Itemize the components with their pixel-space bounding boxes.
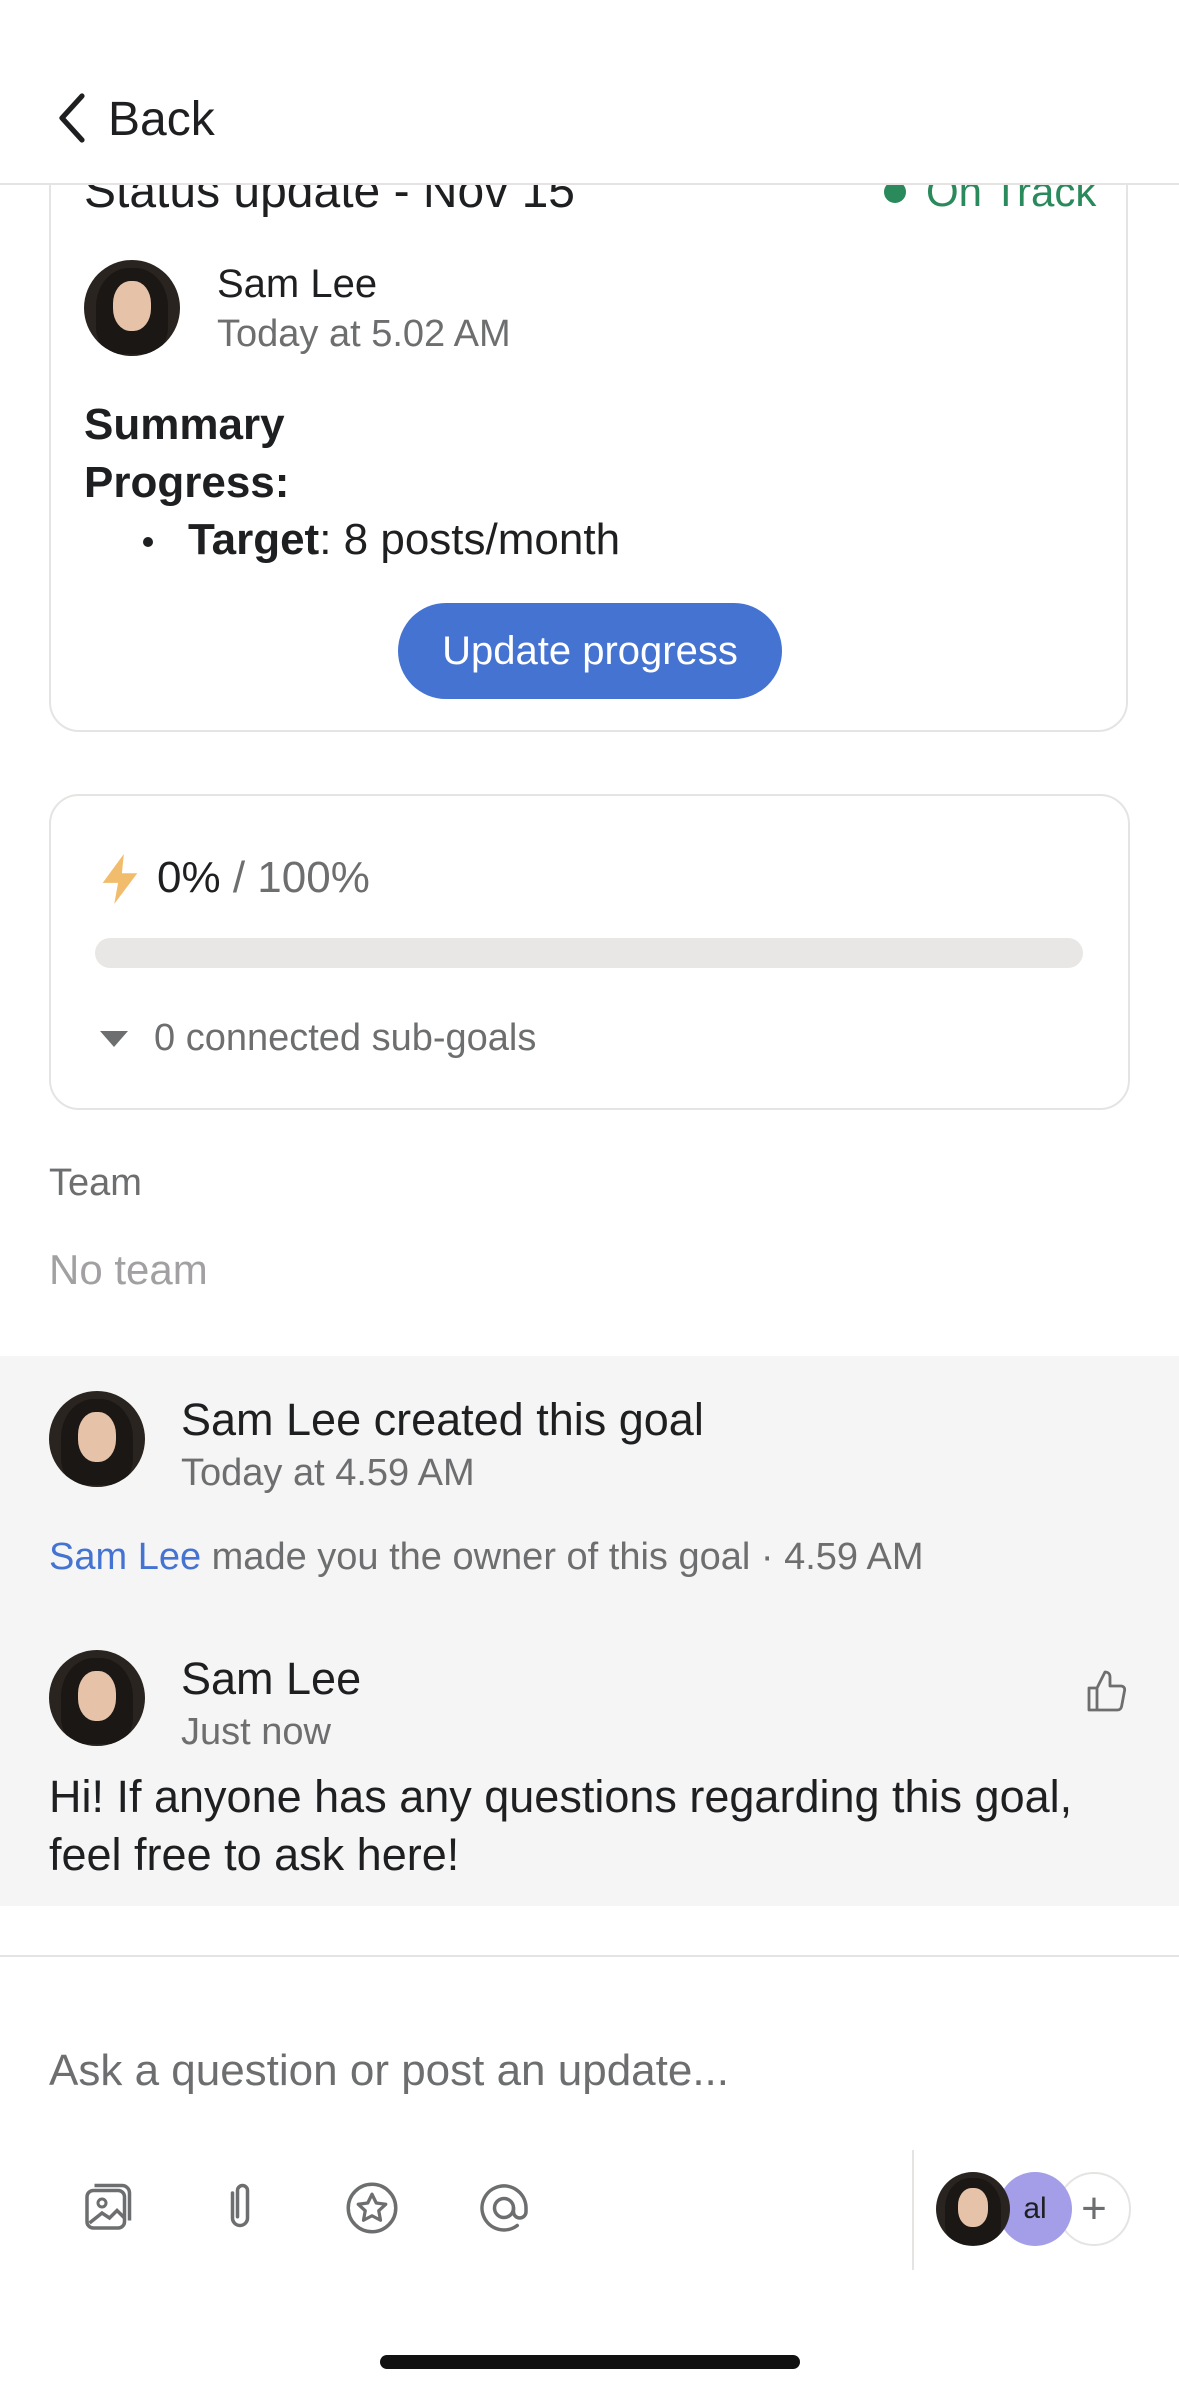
thumbs-up-icon[interactable] — [1083, 1668, 1131, 1716]
target-line: Target: 8 posts/month — [188, 515, 620, 565]
team-label: Team — [49, 1162, 142, 1204]
back-button[interactable]: Back — [108, 92, 215, 147]
star-icon[interactable] — [342, 2178, 402, 2238]
status-author-name: Sam Lee — [217, 262, 378, 306]
avatar[interactable] — [49, 1391, 145, 1487]
progress-heading: Progress: — [84, 458, 290, 507]
image-upload-icon[interactable] — [77, 2178, 137, 2238]
composer-divider — [0, 1955, 1179, 1957]
composer-input[interactable]: Ask a question or post an update... — [49, 2046, 729, 2096]
status-timestamp: Today at 5.02 AM — [217, 313, 511, 355]
lightning-bolt-icon — [102, 854, 138, 904]
summary-heading: Summary — [84, 400, 285, 449]
progress-value: 0% / 100% — [157, 853, 370, 903]
subgoals-toggle[interactable]: 0 connected sub-goals — [100, 1017, 536, 1060]
story-text: made you the owner of this goal · 4.59 A… — [201, 1536, 924, 1578]
update-progress-button[interactable]: Update progress — [398, 603, 782, 699]
comment-timestamp: Just now — [181, 1711, 331, 1753]
target-label: Target — [188, 515, 320, 564]
home-indicator — [380, 2355, 800, 2369]
team-value[interactable]: No team — [49, 1246, 208, 1294]
comment-body: Hi! If anyone has any questions regardin… — [49, 1771, 1073, 1880]
progress-separator: / — [220, 853, 258, 902]
target-value: : 8 posts/month — [319, 515, 621, 564]
mention-icon[interactable] — [474, 2178, 534, 2238]
story-actor-link[interactable]: Sam Lee — [49, 1536, 201, 1578]
progress-goal: 100% — [257, 853, 370, 902]
bullet-icon — [143, 537, 153, 547]
progress-current: 0% — [157, 853, 221, 902]
chevron-left-icon[interactable] — [58, 92, 86, 144]
paperclip-icon[interactable] — [210, 2178, 270, 2238]
comment-author[interactable]: Sam Lee — [181, 1653, 361, 1705]
avatar[interactable] — [84, 260, 180, 356]
avatar[interactable] — [49, 1650, 145, 1746]
goal-created-timestamp: Today at 4.59 AM — [181, 1452, 475, 1494]
progress-bar — [95, 938, 1083, 968]
avatar[interactable] — [936, 2172, 1010, 2246]
caret-down-icon — [100, 1030, 128, 1047]
goal-created-text: Sam Lee created this goal — [181, 1394, 704, 1445]
owner-story: Sam Lee made you the owner of this goal … — [49, 1536, 924, 1579]
subgoals-label: 0 connected sub-goals — [154, 1017, 537, 1059]
composer-separator — [912, 2150, 914, 2270]
